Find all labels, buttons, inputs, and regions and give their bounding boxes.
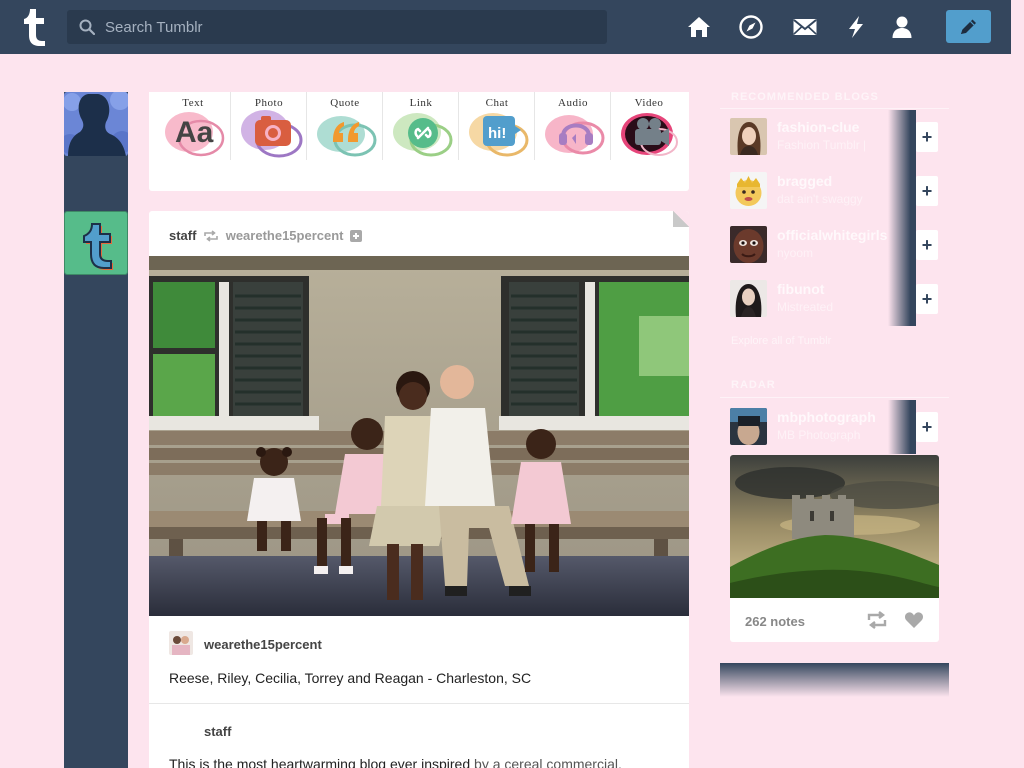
sidebar-fade — [720, 663, 949, 697]
inbox-envelope-icon[interactable] — [792, 14, 818, 40]
video-camera-icon — [621, 113, 678, 156]
headphones-icon — [545, 115, 605, 155]
search-input[interactable] — [105, 10, 595, 44]
blog-avatar — [730, 280, 767, 317]
top-navigation-bar — [0, 0, 1011, 54]
pencil-icon — [961, 19, 976, 34]
blog-avatar — [730, 408, 767, 445]
fade-overlay — [888, 400, 916, 454]
divider — [720, 108, 949, 109]
fade-overlay — [888, 218, 916, 272]
post-caption: Reese, Riley, Cecilia, Torrey and Reagan… — [169, 670, 532, 686]
source-blog-avatar[interactable] — [169, 631, 193, 655]
search-icon — [79, 19, 95, 35]
account-person-icon[interactable] — [889, 14, 915, 40]
link-icon — [393, 113, 453, 157]
post-body-text: This is the most heartwarming blog ever … — [169, 756, 622, 768]
post-type-text-button[interactable]: Text Aa — [155, 92, 231, 191]
follow-button[interactable]: + — [916, 412, 938, 442]
activity-lightning-icon[interactable] — [843, 14, 869, 40]
blog-avatar — [730, 118, 767, 155]
follow-button[interactable]: + — [916, 176, 938, 206]
recommended-blog-item[interactable]: bragged dat ain't swaggy + — [720, 164, 949, 218]
radar-blog-item[interactable]: mbphotograph MB Photograph + — [720, 400, 949, 454]
follow-button[interactable]: + — [916, 122, 938, 152]
fade-overlay — [888, 272, 916, 326]
reblogger-name[interactable]: staff — [204, 724, 231, 739]
post-type-chat-button[interactable]: Chat hi! — [459, 92, 535, 191]
staff-avatar[interactable] — [64, 211, 128, 275]
explore-all-link[interactable]: Explore all of Tumblr — [731, 335, 831, 347]
post-corner-fold — [673, 211, 689, 227]
source-blog-name-link[interactable]: wearethe15percent — [226, 228, 344, 243]
home-icon[interactable] — [686, 14, 712, 40]
radar-heading: RADAR — [731, 379, 776, 391]
heart-icon[interactable] — [904, 611, 924, 629]
dashboard-post: staff wearethe15percent wearethe15percen… — [149, 211, 689, 768]
explore-compass-icon[interactable] — [738, 14, 764, 40]
blog-avatar — [730, 226, 767, 263]
post-type-video-button[interactable]: Video — [611, 92, 687, 191]
recommended-blog-item[interactable]: officialwhitegirls nyoom + — [720, 218, 949, 272]
post-type-audio-button[interactable]: Audio — [535, 92, 611, 191]
divider — [149, 703, 689, 704]
divider — [720, 397, 949, 398]
svg-text:hi!: hi! — [488, 125, 506, 142]
search-box[interactable] — [67, 10, 607, 44]
blog-subtitle: nyoom — [777, 246, 814, 260]
blog-subtitle: Fashion Tumblr | — [777, 138, 867, 152]
blog-avatar — [730, 172, 767, 209]
reblog-icon — [204, 229, 218, 242]
cereal-commercial-link[interactable]: by a cereal commercial. — [474, 756, 622, 768]
post-type-photo-button[interactable]: Photo — [231, 92, 307, 191]
blog-subtitle: dat ain't swaggy — [777, 192, 863, 206]
reblogger-name-link[interactable]: staff — [169, 228, 196, 243]
svg-text:Aa: Aa — [175, 116, 214, 149]
radar-post-card[interactable]: 262 notes — [730, 455, 939, 642]
source-blog-name[interactable]: wearethe15percent — [204, 637, 322, 652]
follow-button[interactable]: + — [916, 230, 938, 260]
radar-photo[interactable] — [730, 455, 939, 598]
notes-count[interactable]: 262 notes — [745, 614, 805, 629]
post-header: staff wearethe15percent — [169, 227, 363, 243]
blog-subtitle: Mistreated — [777, 300, 834, 314]
follow-button[interactable]: + — [916, 284, 938, 314]
reblog-icon[interactable] — [866, 611, 888, 629]
post-photo[interactable] — [149, 256, 689, 616]
post-body-text-span: This is the most heartwarming blog ever … — [169, 756, 475, 768]
fade-overlay — [888, 110, 916, 164]
text-aa-icon: Aa — [165, 112, 225, 157]
user-avatar[interactable] — [64, 92, 128, 156]
dashboard-avatar-column — [64, 92, 128, 768]
compose-post-button[interactable] — [946, 10, 991, 43]
quote-icon — [317, 116, 377, 157]
post-type-link-button[interactable]: Link — [383, 92, 459, 191]
recommended-blog-item[interactable]: fibunot Mistreated + — [720, 272, 949, 326]
fade-overlay — [888, 164, 916, 218]
tumblr-logo-icon[interactable] — [17, 6, 51, 48]
camera-icon — [241, 110, 303, 158]
post-type-quote-button[interactable]: Quote — [307, 92, 383, 191]
blog-subtitle: MB Photograph — [777, 428, 861, 442]
recommended-blogs-heading: RECOMMENDED BLOGS — [731, 91, 879, 103]
post-type-bar: Text Aa Photo Quote Link Chat hi! Audio … — [149, 92, 689, 191]
recommended-blog-item[interactable]: fashion-clue Fashion Tumblr | + — [720, 110, 949, 164]
follow-plus-icon[interactable] — [350, 229, 363, 242]
chat-hi-icon: hi! — [469, 113, 529, 157]
